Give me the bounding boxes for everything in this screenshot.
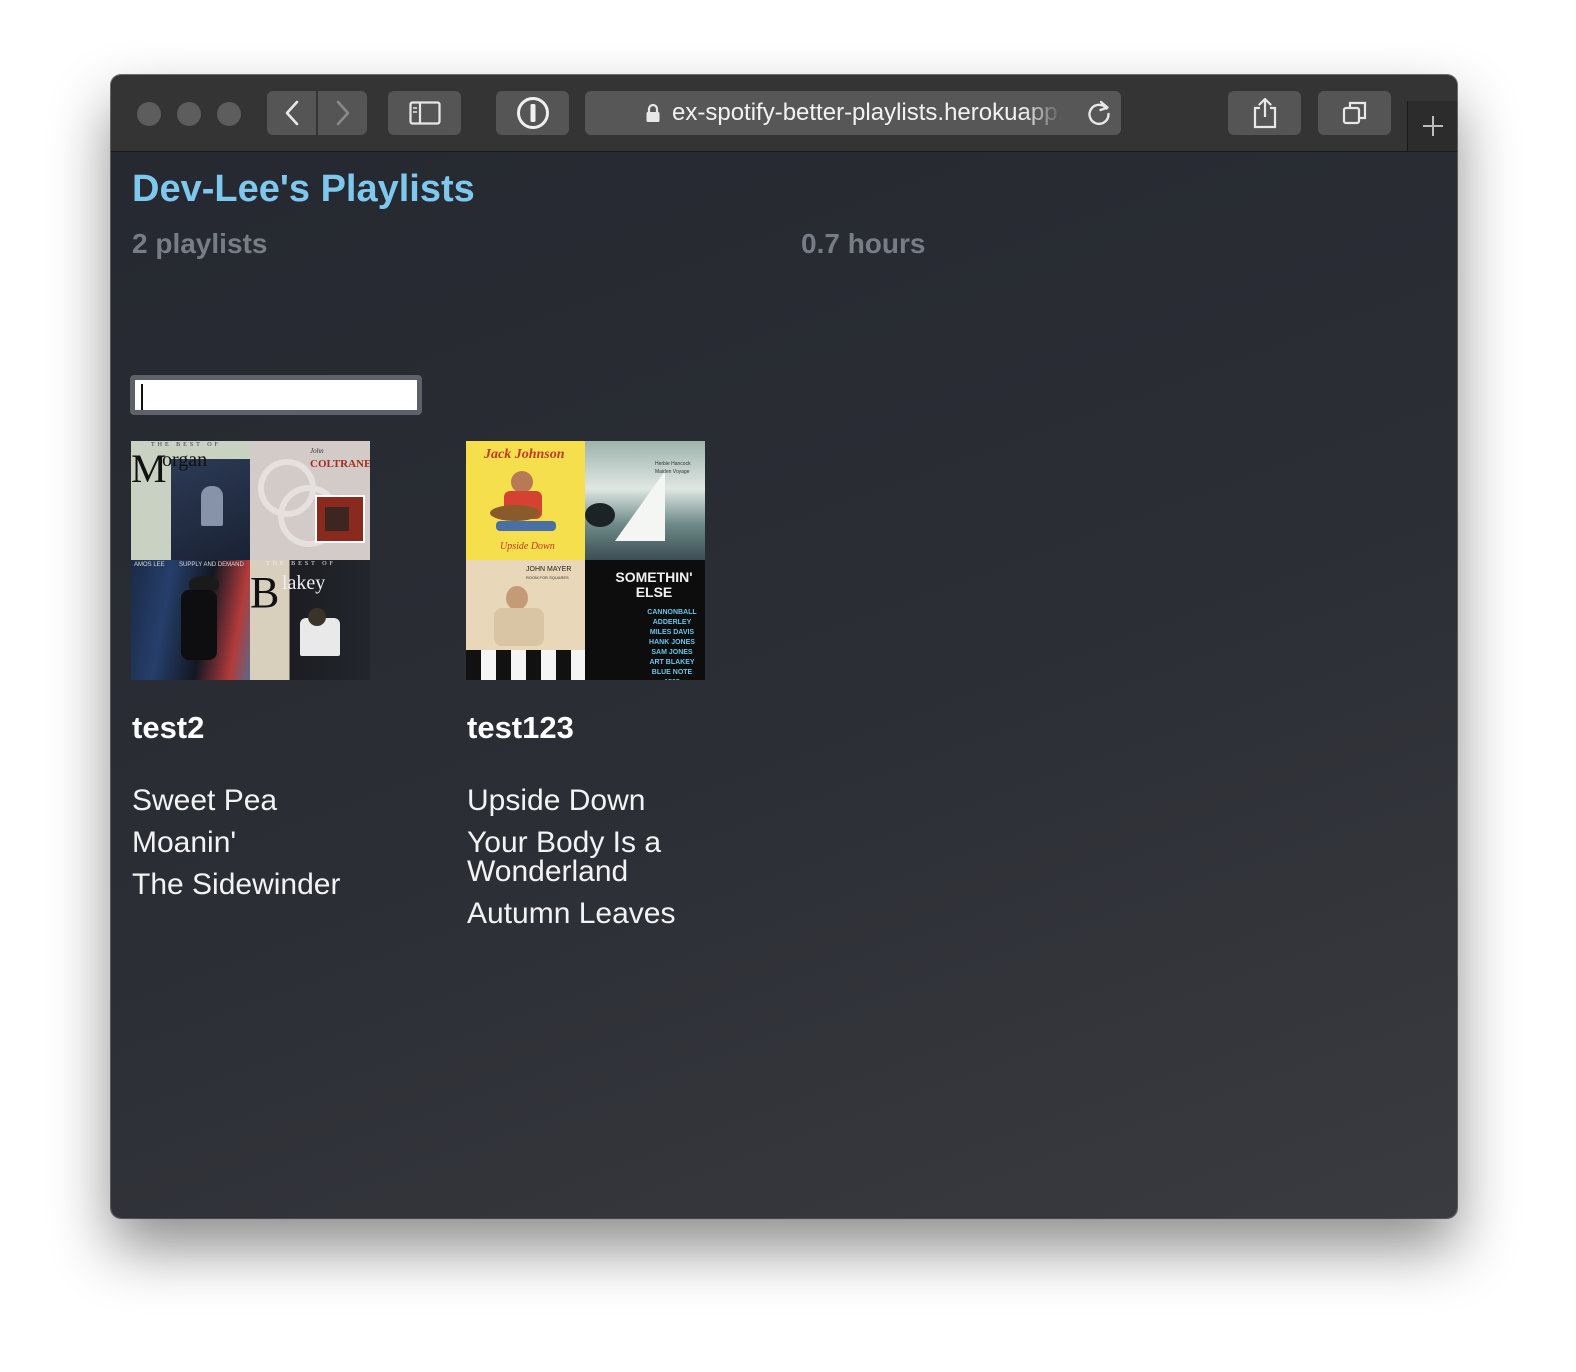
url-text: ex-spotify-better-playlists.herokuapp.co… (672, 99, 1062, 126)
playlist-card[interactable]: Jack Johnson Upside Down Herbie Hancock … (466, 441, 766, 941)
share-button[interactable] (1228, 91, 1301, 135)
chevron-left-icon (285, 100, 298, 126)
total-hours: 0.7 hours (801, 228, 926, 259)
playlist-name: test2 (132, 710, 205, 745)
page-title: Dev-Lee's Playlists (132, 168, 475, 210)
minimize-window-button[interactable] (177, 102, 201, 126)
track-item: Upside Down (467, 784, 646, 817)
tabs-overview-icon (1342, 101, 1366, 125)
filter-input[interactable] (130, 375, 422, 415)
back-button[interactable] (267, 91, 316, 135)
new-tab-button[interactable] (1407, 101, 1457, 151)
lock-icon (646, 103, 660, 122)
password-manager-icon (516, 97, 549, 129)
album-cover: SOMETHIN' ELSE CANNONBALL ADDERLEY MILES… (585, 560, 705, 680)
track-item: The Sidewinder (132, 868, 341, 901)
playlist-card[interactable]: THE BEST OF M organ John COLTRANE AMOS L… (131, 441, 431, 912)
track-list: Upside Down Your Body Is a Wonderland Au… (467, 784, 707, 930)
playlist-count: 2 playlists (132, 228, 268, 259)
track-list: Sweet Pea Moanin' The Sidewinder (132, 784, 372, 901)
sidebar-icon (408, 101, 441, 125)
sidebar-button[interactable] (388, 91, 461, 135)
album-cover: AMOS LEE SUPPLY AND DEMAND (131, 560, 250, 680)
close-window-button[interactable] (137, 102, 161, 126)
playlist-cover-mosaic: THE BEST OF M organ John COLTRANE AMOS L… (131, 441, 370, 680)
album-cover: JOHN MAYER ROOM FOR SQUARES (466, 560, 585, 680)
password-manager-button[interactable] (496, 91, 569, 135)
reload-icon[interactable] (1085, 99, 1113, 127)
playlist-cover-mosaic: Jack Johnson Upside Down Herbie Hancock … (466, 441, 705, 680)
track-item: Moanin' (132, 826, 237, 859)
chevron-right-icon (336, 100, 349, 126)
album-cover: THE BEST OF M organ (131, 441, 250, 560)
text-caret (141, 384, 143, 410)
page-content: Dev-Lee's Playlists 2 playlists 0.7 hour… (111, 152, 1457, 1218)
browser-window: ex-spotify-better-playlists.herokuapp.co… (111, 75, 1457, 1218)
share-icon (1253, 97, 1276, 129)
tabs-overview-button[interactable] (1318, 91, 1391, 135)
album-cover: Jack Johnson Upside Down (466, 441, 585, 560)
album-cover: THE BEST OF B lakey (250, 560, 370, 680)
address-bar[interactable]: ex-spotify-better-playlists.herokuapp.co… (585, 91, 1121, 135)
forward-button[interactable] (318, 91, 367, 135)
album-cover: Herbie Hancock Maiden Voyage (585, 441, 705, 560)
zoom-window-button[interactable] (217, 102, 241, 126)
track-item: Sweet Pea (132, 784, 278, 817)
track-item: Your Body Is a Wonderland (467, 826, 662, 888)
plus-icon (1423, 116, 1443, 136)
track-item: Autumn Leaves (467, 897, 676, 930)
album-cover: John COLTRANE (250, 441, 370, 560)
playlist-name: test123 (467, 710, 574, 745)
browser-toolbar: ex-spotify-better-playlists.herokuapp.co… (111, 75, 1457, 152)
